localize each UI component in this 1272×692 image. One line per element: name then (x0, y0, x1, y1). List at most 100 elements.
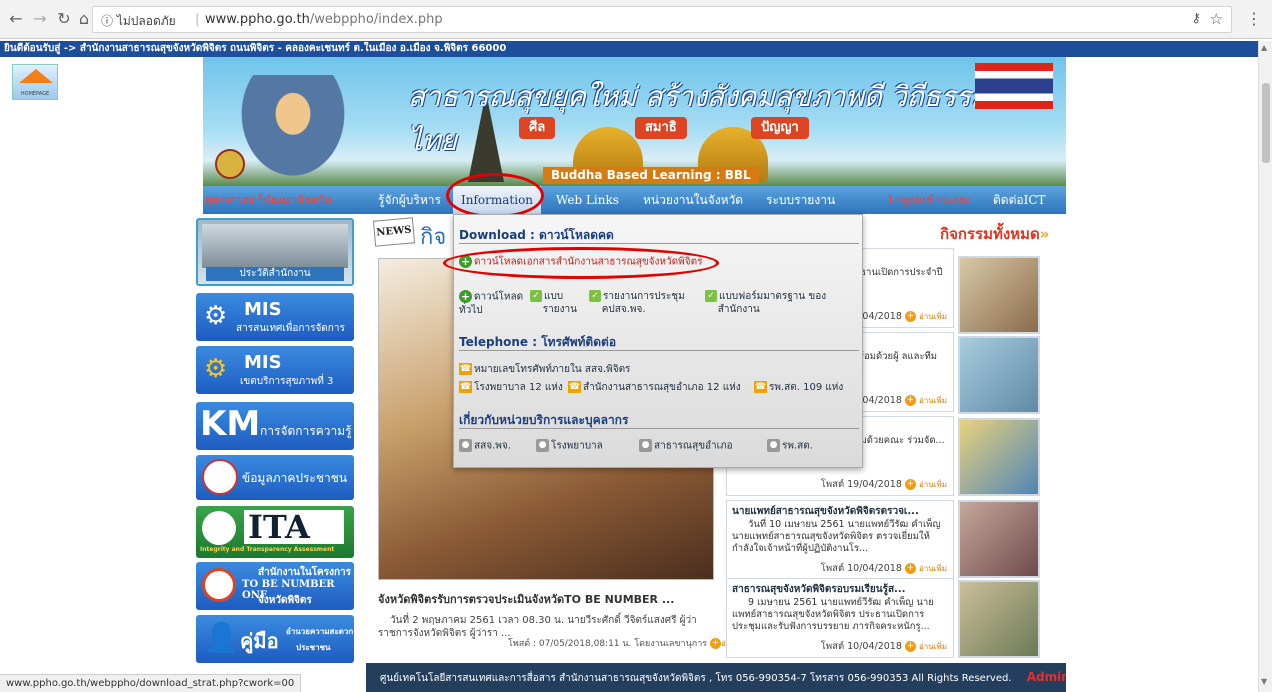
banner-bbl: Buddha Based Learning : BBL (543, 167, 759, 184)
double-chevron-right-icon: » (1039, 225, 1050, 243)
report-form-link[interactable]: ✓ แบบ รายงาน (530, 290, 577, 316)
phone-icon: ☎ (568, 381, 581, 393)
sidebar-ita[interactable]: ITA Integrity and Transparency Assessmen… (196, 506, 354, 558)
tobe-logo-icon (202, 568, 236, 602)
district-phone-link[interactable]: ☎ สำนักงานสาธารณสุขอำเภอ 12 แห่ง (568, 381, 741, 394)
sidebar-history-label: ประวัติสำนักงาน (206, 267, 344, 281)
scroll-down-icon[interactable]: ▼ (1261, 677, 1267, 686)
news-heading: กิจ (420, 225, 447, 250)
sidebar-mis-management[interactable]: ⚙ MIS สารสนเทศเพื่อการจัดการ (196, 293, 354, 341)
plus-circle-icon[interactable]: + (904, 311, 916, 322)
internal-phone-link[interactable]: ☎ หมายเลขโทรศัพท์ภายใน สสจ.พิจิตร (459, 363, 630, 376)
highlight-circle-download (443, 247, 719, 279)
checkbox-icon: ✓ (589, 290, 601, 302)
meeting-report-link[interactable]: ✓ รายงานการประชุม คปสจ.พจ. (589, 290, 685, 316)
main-news-posted: โพสต์ : 07/05/2018,08:11 น. โดยงานเลขานุ… (508, 639, 708, 649)
sidebar-km[interactable]: KM การจัดการความรู้ (196, 402, 354, 450)
homepage-button[interactable]: HOMEPAGE (12, 64, 58, 100)
home-icon[interactable]: ⌂ (74, 9, 94, 29)
person-icon: ● (536, 439, 549, 452)
main-news-title[interactable]: จังหวัดพิจิตรรับการตรวจประเมินจังหวัดTO … (378, 590, 714, 608)
plus-circle-icon[interactable]: + (709, 638, 721, 649)
office-photo (202, 224, 348, 268)
about-district-link[interactable]: ● สาธารณสุขอำเภอ (639, 439, 733, 453)
key-icon[interactable]: ⚷ (1191, 11, 1201, 26)
plus-circle-icon[interactable]: + (904, 563, 916, 574)
forward-icon[interactable]: → (30, 9, 50, 29)
sidebar-history[interactable]: ประวัติสำนักงาน (196, 218, 354, 286)
sidebar-citizen-data[interactable]: ข้อมูลภาคประชาชน (196, 455, 354, 500)
person-icon: ● (459, 439, 472, 452)
phone-icon: ☎ (754, 381, 767, 393)
activity-thumbnail[interactable] (958, 500, 1040, 578)
site-footer: ศูนย์เทคโนโลยีสารสนเทศและการสื่อสาร สำนั… (366, 663, 1066, 692)
highlight-circle-information (446, 173, 544, 218)
main-navbar: ยุทธศาสตร์พัฒนาจังหวัด รู้จักผู้บริหาร I… (203, 186, 1066, 214)
administrator-link[interactable]: Administrator (1027, 670, 1066, 684)
activity-item[interactable]: สาธารณสุขจังหวัดพิจิตรอบรมเรียนรู้ส... 9… (726, 578, 954, 658)
person-icon: ● (767, 439, 780, 452)
about-hospital-link[interactable]: ● โรงพยาบาล (536, 439, 603, 453)
page-scrollbar[interactable]: ▲ ▼ (1258, 41, 1272, 692)
plus-circle-icon: + (459, 290, 472, 303)
address-bar[interactable]: ⓘ ไม่ปลอดภัย | www.ppho.go.th/webppho/in… (92, 6, 1232, 33)
ministry-seal-icon (215, 149, 245, 179)
about-tambon-link[interactable]: ● รพ.สต. (767, 439, 813, 453)
activity-thumbnail[interactable] (958, 418, 1040, 496)
browser-toolbar: ← → ↻ ⌂ ⓘ ไม่ปลอดภัย | www.ppho.go.th/we… (0, 0, 1272, 39)
bookmark-star-icon[interactable]: ☆ (1210, 10, 1223, 28)
site-banner: สาธารณสุขยุคใหม่ สร้างสังคมสุขภาพดี วิถี… (203, 57, 1066, 186)
banner-pill-samadhi: สมาธิ (635, 117, 687, 139)
url-text[interactable]: www.ppho.go.th/webppho/index.php (205, 12, 443, 27)
checkbox-icon: ✓ (705, 290, 717, 302)
gears-icon: ⚙ (204, 354, 228, 384)
about-ppho-link[interactable]: ● สสจ.พจ. (459, 439, 511, 453)
person-icon: ● (639, 439, 652, 452)
standard-form-link[interactable]: ✓ แบบฟอร์มมาตรฐาน ของ สำนักงาน (705, 290, 826, 316)
house-icon (19, 69, 53, 83)
activity-thumbnail[interactable] (958, 580, 1040, 658)
hospital-phone-link[interactable]: ☎ โรงพยาบาล 12 แห่ง (459, 381, 563, 394)
download-general-link[interactable]: + ดาวน์โหลด ทั่วไป (459, 290, 523, 317)
phone-icon: ☎ (459, 363, 472, 375)
king-portrait (233, 75, 353, 186)
news-tab: NEWS (372, 217, 416, 247)
phone-icon: ☎ (459, 381, 472, 393)
reload-icon[interactable]: ↻ (54, 9, 74, 29)
sidebar-mis-region3[interactable]: ⚙ MIS เขตบริการสุขภาพที่ 3 (196, 346, 354, 394)
user-icon: 👤 (204, 621, 239, 654)
activity-thumbnail[interactable] (958, 256, 1040, 334)
scroll-up-icon[interactable]: ▲ (1261, 43, 1267, 52)
checkbox-icon: ✓ (530, 290, 542, 302)
browser-status-bar: www.ppho.go.th/webppho/download_strat.ph… (0, 674, 302, 692)
main-news-caption: จังหวัดพิจิตรรับการตรวจประเมินจังหวัดTO … (378, 590, 749, 649)
activity-item[interactable]: นายแพทย์สาธารณสุขจังหวัดพิจิตรตรวจเ... ว… (726, 500, 954, 580)
nav-contact-ict[interactable]: ติดต่อICT (993, 186, 1046, 214)
activity-thumbnail[interactable] (958, 336, 1040, 414)
footer-text: ศูนย์เทคโนโลยีสารสนเทศและการสื่อสาร สำนั… (380, 673, 1012, 684)
ita-logo-icon (202, 511, 236, 545)
back-icon[interactable]: ← (6, 9, 26, 29)
activities-all-link[interactable]: กิจกรรมทั้งหมด» (940, 222, 1049, 246)
sidebar-citizen-manual[interactable]: 👤 คู่มือ อำนวยความสะดวก ประชาชน (196, 615, 354, 663)
nav-login[interactable]: Loginเข้าระบบ (888, 186, 970, 214)
nav-executives[interactable]: รู้จักผู้บริหาร (378, 186, 441, 214)
welcome-bar: ยินดีต้อนรับสู่ -> สำนักงานสาธารณสุขจังห… (0, 41, 1258, 57)
plus-circle-icon[interactable]: + (904, 641, 916, 652)
nav-web-links[interactable]: Web Links (556, 186, 619, 214)
browser-menu-icon[interactable]: ⋮ (1246, 9, 1262, 28)
citizen-logo-icon (202, 459, 238, 495)
banner-slogan: สาธารณสุขยุคใหม่ สร้างสังคมสุขภาพดี วิถี… (408, 80, 1031, 157)
banner-pill-panya: ปัญญา (751, 117, 809, 139)
plus-circle-icon[interactable]: + (904, 479, 916, 490)
nav-strategy[interactable]: ยุทธศาสตร์พัฒนาจังหวัด (205, 186, 332, 214)
tambon-phone-link[interactable]: ☎ รพ.สต. 109 แห่ง (754, 381, 843, 394)
thai-flag (975, 63, 1053, 109)
gears-icon: ⚙ (204, 301, 228, 331)
security-indicator[interactable]: ⓘ ไม่ปลอดภัย (101, 12, 176, 31)
nav-reports[interactable]: ระบบรายงาน (766, 186, 835, 214)
sidebar-to-be-number-one[interactable]: สำนักงานในโครงการ TO BE NUMBER ONE จังหว… (196, 562, 354, 610)
nav-agencies[interactable]: หน่วยงานในจังหวัด (643, 186, 743, 214)
plus-circle-icon[interactable]: + (904, 395, 916, 406)
scroll-thumb[interactable] (1262, 83, 1270, 163)
